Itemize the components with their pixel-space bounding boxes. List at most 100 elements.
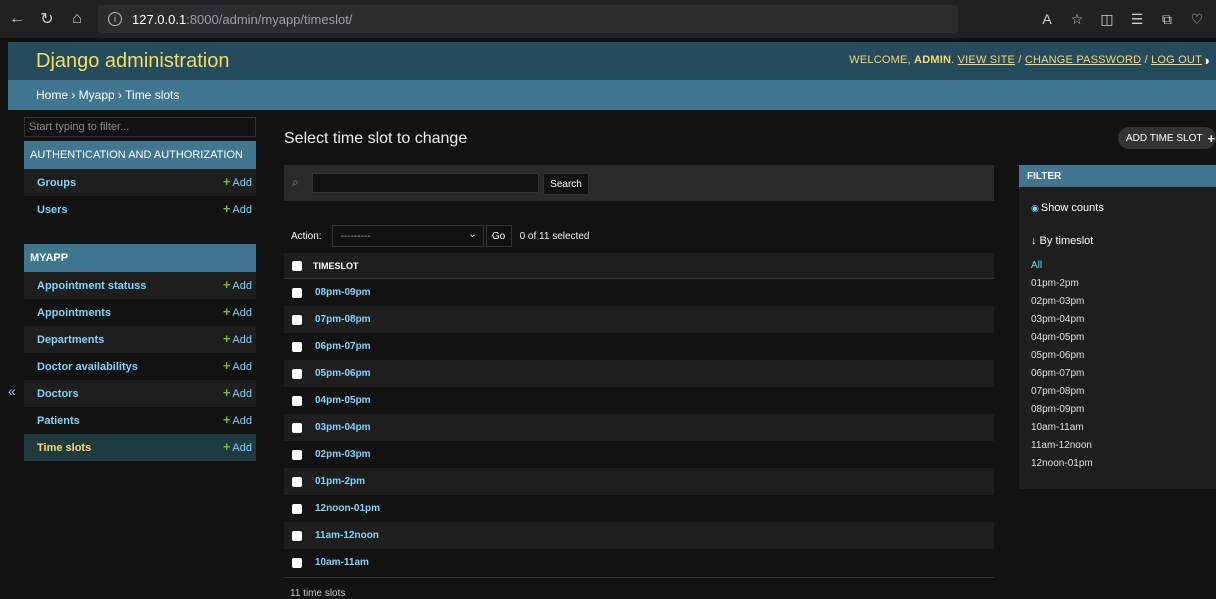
sidebar-item-time-slots[interactable]: Time slots + Add (24, 434, 256, 461)
row-link[interactable]: 08pm-09pm (315, 287, 371, 298)
filter-option[interactable]: 08pm-09pm (1031, 401, 1093, 419)
module-caption-myapp[interactable]: MYAPP (24, 244, 256, 272)
filter-option[interactable]: 11am-12noon (1031, 437, 1093, 455)
row-checkbox[interactable] (292, 476, 302, 487)
row-checkbox[interactable] (292, 449, 302, 460)
filter-option[interactable]: 12noon-01pm (1031, 455, 1093, 473)
sidebar-item-doctor-availabilitys[interactable]: Doctor availabilitys + Add (24, 353, 256, 380)
search-button[interactable]: Search (543, 173, 589, 195)
show-counts-link[interactable]: ◉ Show counts (1031, 202, 1104, 214)
action-label: Action: (291, 230, 322, 242)
filter-option[interactable]: 01pm-2pm (1031, 275, 1093, 293)
row-checkbox[interactable] (292, 422, 302, 433)
row-link[interactable]: 12noon-01pm (315, 503, 380, 514)
search-input[interactable] (312, 173, 539, 193)
table-row: 12noon-01pm (284, 495, 994, 522)
sidebar-item-label[interactable]: Appointment statuss (37, 280, 146, 292)
add-time-slot-button[interactable]: ADD TIME SLOT + (1118, 127, 1216, 149)
home-icon[interactable]: ⌂ (64, 6, 90, 32)
actions-bar: Action: --------- ⌄ Go 0 of 11 selected (284, 224, 589, 248)
row-link[interactable]: 02pm-03pm (315, 449, 371, 460)
filter-option[interactable]: 03pm-04pm (1031, 311, 1093, 329)
action-select[interactable]: --------- ⌄ (331, 225, 484, 247)
column-header-timeslot[interactable]: TIMESLOT (313, 261, 359, 271)
row-link[interactable]: 11am-12noon (315, 530, 379, 541)
filter-option[interactable]: All (1031, 257, 1093, 275)
filter-option[interactable]: 10am-11am (1031, 419, 1093, 437)
filter-option[interactable]: 07pm-08pm (1031, 383, 1093, 401)
row-checkbox[interactable] (292, 287, 302, 298)
sidebar-item-doctors[interactable]: Doctors + Add (24, 380, 256, 407)
add-doctor-availabilitys-link[interactable]: + Add (223, 358, 252, 373)
info-icon[interactable]: i (108, 12, 122, 26)
add-label: Add (232, 204, 252, 216)
sidebar-item-appointment-statuss[interactable]: Appointment statuss + Add (24, 272, 256, 299)
row-checkbox[interactable] (292, 395, 302, 406)
add-departments-link[interactable]: + Add (223, 331, 252, 346)
filter-option[interactable]: 06pm-07pm (1031, 365, 1093, 383)
table-row: 04pm-05pm (284, 387, 994, 414)
add-doctors-link[interactable]: + Add (223, 385, 252, 400)
heart-icon[interactable]: ♡ (1182, 6, 1212, 32)
add-users-link[interactable]: + Add (223, 201, 252, 216)
sidebar-item-label[interactable]: Doctor availabilitys (37, 361, 138, 373)
add-appointments-link[interactable]: + Add (223, 304, 252, 319)
refresh-icon[interactable]: ↻ (34, 6, 60, 32)
split-screen-icon[interactable]: ◫ (1092, 6, 1122, 32)
sidebar-item-label[interactable]: Time slots (37, 442, 91, 454)
row-link[interactable]: 04pm-05pm (315, 395, 371, 406)
row-link[interactable]: 05pm-06pm (315, 368, 371, 379)
sidebar-item-appointments[interactable]: Appointments + Add (24, 299, 256, 326)
row-checkbox[interactable] (292, 314, 302, 325)
sidebar-item-label[interactable]: Patients (37, 415, 80, 427)
change-password-link[interactable]: CHANGE PASSWORD (1025, 54, 1141, 66)
address-bar[interactable]: i 127.0.0.1:8000/admin/myapp/timeslot/ (98, 5, 958, 33)
row-link[interactable]: 07pm-08pm (315, 314, 371, 325)
sidebar-item-label[interactable]: Users (37, 204, 68, 216)
sidebar-collapse-icon[interactable]: « (8, 383, 16, 399)
sidebar-item-departments[interactable]: Departments + Add (24, 326, 256, 353)
url-host: 127.0.0.1 (132, 11, 187, 27)
module-caption-auth[interactable]: AUTHENTICATION AND AUTHORIZATION (24, 141, 256, 169)
filter-option[interactable]: 04pm-05pm (1031, 329, 1093, 347)
add-time-slots-link[interactable]: + Add (223, 439, 252, 454)
row-link[interactable]: 10am-11am (315, 557, 369, 568)
site-branding[interactable]: Django administration (36, 50, 229, 73)
nav-filter-input[interactable]: Start typing to filter... (24, 117, 256, 137)
sidebar-item-label[interactable]: Appointments (37, 307, 111, 319)
row-link[interactable]: 06pm-07pm (315, 341, 371, 352)
table-divider (284, 577, 994, 578)
row-link[interactable]: 01pm-2pm (315, 476, 365, 487)
filter-option[interactable]: 05pm-06pm (1031, 347, 1093, 365)
select-all-checkbox[interactable] (292, 260, 302, 271)
favorites-list-icon[interactable]: ☰ (1122, 6, 1152, 32)
sidebar-item-patients[interactable]: Patients + Add (24, 407, 256, 434)
filter-by-timeslot-title[interactable]: ↓ By timeslot (1031, 235, 1093, 247)
sidebar-item-users[interactable]: Users + Add (24, 196, 256, 223)
add-appointment-statuss-link[interactable]: + Add (223, 277, 252, 292)
row-checkbox[interactable] (292, 557, 302, 568)
filter-option[interactable]: 02pm-03pm (1031, 293, 1093, 311)
theme-toggle-icon[interactable]: ◑ (1202, 53, 1210, 68)
breadcrumb[interactable]: Home › Myapp › Time slots (8, 80, 1216, 110)
add-patients-link[interactable]: + Add (223, 412, 252, 427)
row-checkbox[interactable] (292, 368, 302, 379)
sidebar-item-groups[interactable]: Groups + Add (24, 169, 256, 196)
add-groups-link[interactable]: + Add (223, 174, 252, 189)
go-button[interactable]: Go (485, 225, 512, 247)
log-out-link[interactable]: LOG OUT (1151, 54, 1202, 66)
row-checkbox[interactable] (292, 503, 302, 514)
back-icon[interactable]: ← (4, 6, 30, 32)
row-checkbox[interactable] (292, 341, 302, 352)
read-aloud-icon[interactable]: A (1032, 6, 1062, 32)
sidebar-item-label[interactable]: Departments (37, 334, 104, 346)
sidebar-item-label[interactable]: Groups (37, 177, 76, 189)
view-site-link[interactable]: VIEW SITE (958, 54, 1015, 66)
favorite-star-icon[interactable]: ☆ (1062, 6, 1092, 32)
plus-icon: + (222, 304, 231, 319)
row-link[interactable]: 03pm-04pm (315, 422, 371, 433)
collections-icon[interactable]: ⧉ (1152, 6, 1182, 32)
add-label: Add (232, 442, 252, 454)
row-checkbox[interactable] (292, 530, 302, 541)
sidebar-item-label[interactable]: Doctors (37, 388, 79, 400)
